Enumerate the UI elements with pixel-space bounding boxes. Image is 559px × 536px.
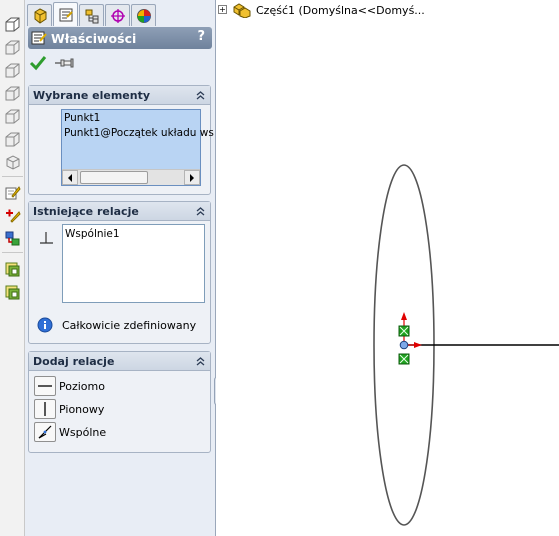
- graphics-area[interactable]: + Część1 (Domyślna<<Domyś...: [216, 0, 559, 536]
- double-chevron-up-icon[interactable]: [195, 206, 206, 217]
- double-chevron-up-icon[interactable]: [195, 356, 206, 367]
- property-manager-icon: [59, 8, 73, 21]
- crosshair-icon: [110, 8, 125, 23]
- tab-display-manager[interactable]: [131, 4, 156, 26]
- list-item[interactable]: Punkt1@Początek układu ws: [64, 127, 214, 139]
- list-item[interactable]: Wspólnie1: [65, 228, 120, 240]
- origin-y-arrow-icon: [401, 312, 407, 320]
- smart-dimension-icon[interactable]: [3, 206, 22, 225]
- toolbar-separator: [2, 176, 23, 177]
- view-top-icon[interactable]: [3, 107, 22, 126]
- horizontal-line-icon: [38, 385, 52, 387]
- add-relations-header[interactable]: Dodaj relacje: [29, 352, 210, 371]
- appearance-icon: [136, 8, 151, 23]
- toolbar-separator: [2, 252, 23, 253]
- tab-property-manager[interactable]: [53, 2, 78, 26]
- definition-status: Całkowicie zdefiniowany: [62, 319, 197, 332]
- left-toolbar: [0, 0, 25, 536]
- sketch-icon[interactable]: [3, 183, 22, 202]
- fix-relations-icon[interactable]: [3, 283, 22, 302]
- tab-dimxpert-manager[interactable]: [105, 4, 130, 26]
- relation-properties-icon: [31, 31, 47, 45]
- tab-feature-manager[interactable]: [27, 4, 52, 26]
- panel-tabs: [25, 2, 216, 26]
- configuration-icon: [85, 9, 98, 23]
- scroll-thumb[interactable]: [80, 171, 148, 184]
- double-chevron-up-icon[interactable]: [195, 90, 206, 101]
- add-relation-icon[interactable]: [3, 229, 22, 248]
- view-back-icon[interactable]: [3, 38, 22, 57]
- panel-title: Właściwości: [51, 30, 137, 46]
- horizontal-scrollbar[interactable]: [62, 169, 200, 185]
- sketch-point[interactable]: [399, 340, 409, 350]
- selected-entities-group: Wybrane elementy Punkt1 Punkt1@Początek …: [28, 85, 214, 195]
- selected-entities-list[interactable]: Punkt1 Punkt1@Początek układu ws: [61, 109, 214, 186]
- scroll-right-button[interactable]: [184, 170, 200, 185]
- horizontal-relation-label[interactable]: Poziomo: [59, 380, 105, 393]
- add-relations-title: Dodaj relacje: [33, 354, 115, 368]
- list-item[interactable]: Punkt1: [64, 112, 100, 124]
- info-icon: [37, 317, 53, 333]
- existing-relations-list[interactable]: Wspólnie1: [62, 224, 205, 303]
- triangle-right-icon: [190, 173, 194, 182]
- view-front-icon[interactable]: [3, 15, 22, 34]
- selected-entities-header[interactable]: Wybrane elementy: [29, 86, 210, 105]
- vertical-relation-label[interactable]: Pionowy: [59, 403, 104, 416]
- existing-relations-group: Istniejące relacje Wspólnie1 Całkowicie …: [28, 201, 211, 344]
- view-right-icon[interactable]: [3, 84, 22, 103]
- vertical-relation-button[interactable]: [34, 399, 56, 419]
- coincident-icon: [38, 425, 52, 439]
- sketch-canvas: [373, 164, 559, 526]
- view-isometric-icon[interactable]: [3, 153, 22, 172]
- panel-title-bar: Właściwości ?: [28, 27, 212, 49]
- existing-relations-header[interactable]: Istniejące relacje: [29, 202, 210, 221]
- view-bottom-icon[interactable]: [3, 130, 22, 149]
- relations-icon: [40, 232, 53, 244]
- pushpin-icon[interactable]: [53, 55, 75, 71]
- origin-x-arrow-icon: [414, 342, 422, 348]
- feature-tree-icon: [34, 7, 46, 24]
- triangle-left-icon: [68, 173, 72, 182]
- view-left-icon[interactable]: [3, 61, 22, 80]
- add-relations-group: Dodaj relacje Poziomo Pionowy Wspólne: [28, 351, 211, 453]
- scroll-left-button[interactable]: [62, 170, 78, 185]
- vertical-line-icon: [44, 402, 46, 416]
- checkmark-icon[interactable]: [29, 55, 47, 71]
- help-button[interactable]: ?: [197, 29, 205, 44]
- coincident-relation-label[interactable]: Wspólne: [59, 426, 106, 439]
- property-manager-panel: Właściwości ? Wybrane elementy Punkt1 Pu…: [25, 0, 216, 536]
- tab-configuration-manager[interactable]: [79, 4, 104, 26]
- display-relations-icon[interactable]: [3, 260, 22, 279]
- selected-entities-title: Wybrane elementy: [33, 88, 151, 102]
- existing-relations-title: Istniejące relacje: [33, 204, 139, 218]
- coincident-relation-button[interactable]: [34, 422, 56, 442]
- horizontal-relation-button[interactable]: [34, 376, 56, 396]
